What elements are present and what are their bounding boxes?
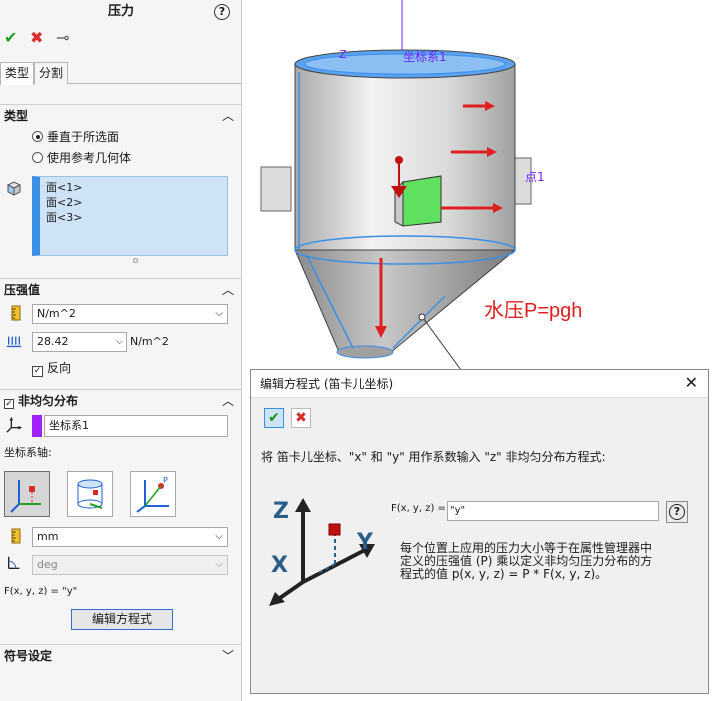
angle-unit-value: deg — [37, 558, 58, 571]
checkbox-checked-icon: ✓ — [32, 366, 43, 377]
dialog-description: 每个位置上应用的压力大小等于在属性管理器中 定义的压强值 (P) 乘以定义非均匀… — [400, 542, 690, 581]
tab-type[interactable]: 类型 — [0, 62, 35, 85]
radio-normal-label: 垂直于所选面 — [47, 130, 120, 144]
tab-split[interactable]: 分割 — [34, 62, 69, 84]
cartesian-icon — [10, 480, 41, 513]
pressure-section-title: 压强值 — [4, 283, 41, 297]
z-axis-letter: Z — [273, 499, 289, 524]
dialog-titlebar[interactable]: 编辑方程式 (笛卡儿坐标) ✕ — [251, 370, 708, 398]
coordinate-system-icon — [6, 417, 22, 433]
cylindrical-axis-button[interactable] — [67, 471, 113, 517]
x-axis-letter: X — [271, 553, 288, 578]
pushpin-icon[interactable]: ⊸ — [56, 28, 69, 48]
coord-system-label: 坐标系1 — [403, 50, 447, 64]
help-icon: ? — [669, 504, 685, 520]
dialog-help-button[interactable]: ? — [666, 501, 688, 523]
pressure-unit-select[interactable]: N/m^2 ⌵ — [32, 304, 228, 324]
fx-label: F(x, y, z) = — [391, 503, 446, 514]
angle-icon — [8, 556, 20, 569]
length-unit-select[interactable]: mm ⌵ — [32, 527, 228, 547]
symbol-section-title: 符号设定 — [4, 649, 53, 663]
svg-text:P: P — [163, 476, 168, 485]
chevron-up-icon[interactable]: ︿ — [222, 279, 234, 301]
radio-on-icon — [32, 131, 43, 142]
dialog-instruction: 将 笛卡儿坐标、"x" 和 "y" 用作系数输入 "z" 非均匀分布方程式: — [261, 450, 606, 464]
pressure-value-unit: N/m^2 — [130, 335, 169, 348]
pressure-section-header[interactable]: 压强值 ︿ — [0, 278, 242, 300]
checkbox-checked-icon[interactable]: ✓ — [4, 399, 14, 409]
symbol-section-header[interactable]: 符号设定 ﹀ — [0, 644, 242, 666]
type-section-header[interactable]: 类型 ︿ — [0, 104, 242, 126]
coord-system-field[interactable]: 坐标系1 — [44, 415, 228, 437]
chevron-down-icon: ⌵ — [215, 531, 223, 542]
radio-off-icon — [32, 152, 43, 163]
edit-equation-dialog: 编辑方程式 (笛卡儿坐标) ✕ ✔ ✖ 将 笛卡儿坐标、"x" 和 "y" 用作… — [250, 369, 709, 694]
ruler-icon — [11, 305, 21, 321]
edit-equation-button[interactable]: 编辑方程式 — [71, 609, 173, 630]
check-icon: ✔ — [268, 410, 280, 426]
help-icon[interactable]: ? — [214, 4, 230, 20]
angle-unit-select: deg ⌵ — [32, 555, 228, 575]
z-axis-tag: Z — [339, 48, 347, 61]
property-manager: 压力 ? ✔ ✖ ⊸ 类型 分割 类型 ︿ 垂直于所选面 使用参考几何体 面<1… — [0, 0, 242, 701]
spinner-icon[interactable]: ⌵ — [116, 333, 123, 351]
cartesian-axis-button[interactable] — [4, 471, 50, 517]
close-icon[interactable]: ✕ — [685, 374, 698, 392]
dialog-ok-button[interactable]: ✔ — [264, 408, 284, 428]
spherical-icon: P — [136, 476, 169, 513]
list-item[interactable]: 面<1> — [46, 180, 221, 195]
close-icon: ✖ — [295, 410, 307, 426]
coord-color-swatch — [32, 415, 42, 437]
pressure-value-input[interactable]: 28.42 ⌵ — [32, 332, 127, 352]
nonuniform-section-header[interactable]: ✓ 非均匀分布 ︿ — [0, 389, 242, 411]
ruler-icon — [11, 528, 21, 544]
type-section-title: 类型 — [4, 109, 29, 123]
face-selection-list[interactable]: 面<1> 面<2> 面<3> — [32, 176, 228, 256]
chevron-down-icon: ⌵ — [215, 559, 223, 570]
pm-title: 压力 — [107, 4, 134, 19]
chevron-down-icon: ⌵ — [215, 308, 223, 319]
coord-axis-label: 坐标系轴: — [4, 446, 52, 459]
dialog-cancel-button[interactable]: ✖ — [291, 408, 311, 428]
point-label: 点1 — [525, 170, 545, 184]
pressure-arrows-icon — [6, 336, 22, 348]
coord-system-value: 坐标系1 — [49, 419, 89, 432]
chevron-down-icon[interactable]: ﹀ — [222, 645, 234, 667]
spherical-axis-button[interactable]: P — [130, 471, 176, 517]
list-item[interactable]: 面<2> — [46, 195, 221, 210]
nonuniform-section-title: 非均匀分布 — [18, 394, 79, 408]
pressure-value-text: 28.42 — [37, 335, 69, 348]
list-item[interactable]: 面<3> — [46, 210, 221, 225]
pressure-unit-value: N/m^2 — [37, 307, 76, 320]
chevron-up-icon[interactable]: ︿ — [222, 105, 234, 127]
radio-reference-label: 使用参考几何体 — [47, 151, 132, 165]
y-axis-letter: Y — [357, 530, 373, 555]
reverse-label: 反向 — [47, 361, 72, 375]
desc-line: 程式的值 p(x, y, z) = P * F(x, y, z)。 — [400, 567, 608, 581]
dialog-title: 编辑方程式 (笛卡儿坐标) — [260, 377, 394, 391]
water-pressure-annotation: 水压P=pgh — [484, 300, 583, 322]
cylindrical-icon — [77, 479, 103, 509]
chevron-up-icon[interactable]: ︿ — [222, 390, 234, 412]
radio-reference-geometry[interactable]: 使用参考几何体 — [32, 150, 131, 166]
ok-check-icon[interactable]: ✔ — [4, 28, 17, 48]
resize-handle[interactable] — [133, 258, 138, 263]
face-cube-icon — [6, 181, 22, 196]
equation-readout: F(x, y, z) = "y" — [4, 586, 78, 597]
length-unit-value: mm — [37, 530, 59, 543]
radio-normal-to-face[interactable]: 垂直于所选面 — [32, 129, 119, 145]
cancel-x-icon[interactable]: ✖ — [30, 28, 43, 48]
fx-input[interactable]: "y" — [447, 501, 659, 521]
reverse-checkbox[interactable]: ✓ 反向 — [32, 360, 71, 377]
